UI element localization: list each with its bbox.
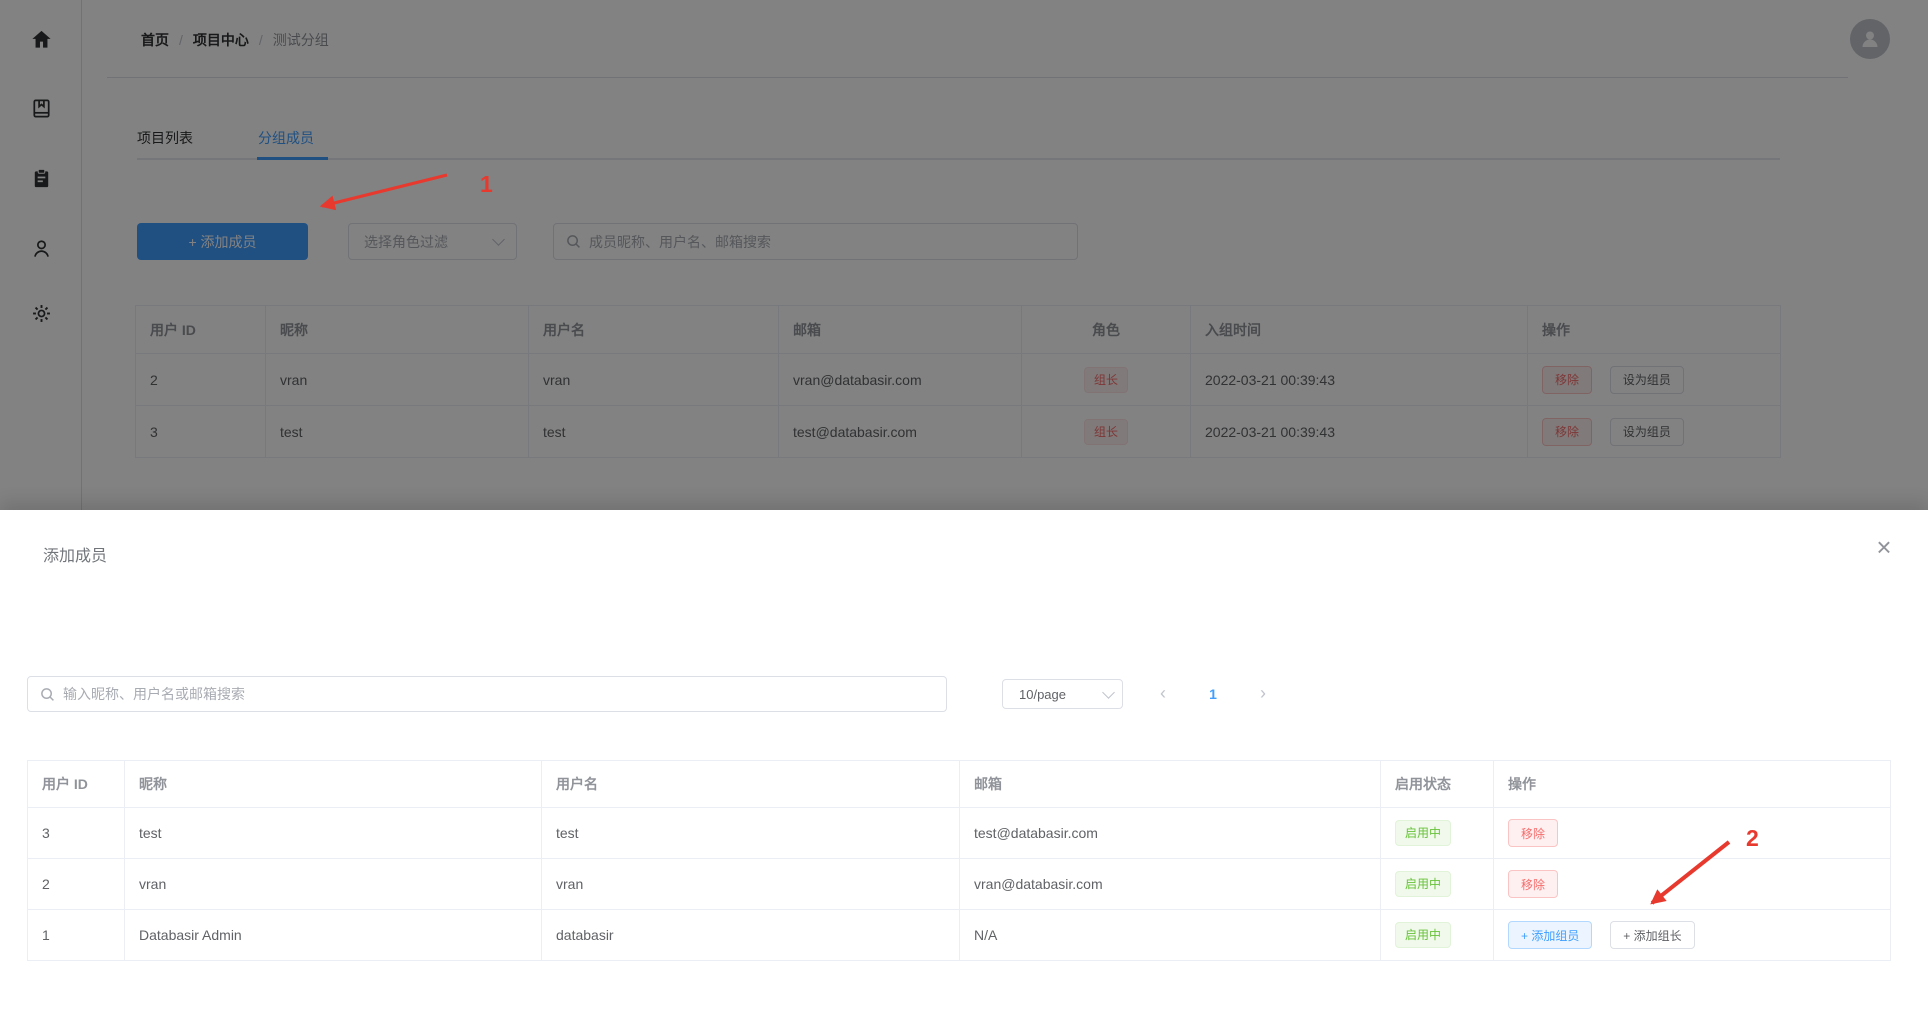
cell-nickname: vran (125, 859, 542, 910)
add-member-drawer: 添加成员 × 10/page ‹ 1 › 用户 ID 昵称 用户名 邮箱 (0, 510, 1928, 1009)
status-badge: 启用中 (1395, 871, 1451, 897)
col-nickname: 昵称 (125, 761, 542, 808)
table-row: 3 test test test@databasir.com 启用中 移除 (28, 808, 1891, 859)
cell-nickname: Databasir Admin (125, 910, 542, 961)
cell-email: N/A (960, 910, 1381, 961)
drawer-search-input[interactable] (63, 677, 934, 711)
add-as-leader-button[interactable]: + 添加组长 (1610, 921, 1694, 949)
cell-user-id: 2 (28, 859, 125, 910)
status-badge: 启用中 (1395, 922, 1451, 948)
cell-user-id: 1 (28, 910, 125, 961)
remove-member-button[interactable]: 移除 (1508, 870, 1558, 898)
col-actions: 操作 (1494, 761, 1891, 808)
cell-user-id: 3 (28, 808, 125, 859)
page-size-value: 10/page (1019, 687, 1066, 702)
remove-member-button[interactable]: 移除 (1508, 819, 1558, 847)
col-user-id: 用户 ID (28, 761, 125, 808)
app-root: 首页 / 项目中心 / 测试分组 项目列表 分组成员 + 添加成员 选择角色过滤… (0, 0, 1928, 1009)
cell-username: databasir (542, 910, 960, 961)
col-email: 邮箱 (960, 761, 1381, 808)
drawer-table-header-row: 用户 ID 昵称 用户名 邮箱 启用状态 操作 (28, 761, 1891, 808)
col-username: 用户名 (542, 761, 960, 808)
cell-nickname: test (125, 808, 542, 859)
col-status: 启用状态 (1381, 761, 1494, 808)
table-row: 2 vran vran vran@databasir.com 启用中 移除 (28, 859, 1891, 910)
cell-email: test@databasir.com (960, 808, 1381, 859)
drawer-search-box (27, 676, 947, 712)
cell-email: vran@databasir.com (960, 859, 1381, 910)
close-icon[interactable]: × (1868, 532, 1900, 564)
drawer-title: 添加成员 (43, 542, 107, 566)
cell-username: vran (542, 859, 960, 910)
table-row: 1 Databasir Admin databasir N/A 启用中 + 添加… (28, 910, 1891, 961)
drawer-users-table: 用户 ID 昵称 用户名 邮箱 启用状态 操作 3 test test test… (27, 760, 1891, 961)
search-icon (40, 687, 55, 702)
cell-username: test (542, 808, 960, 859)
status-badge: 启用中 (1395, 820, 1451, 846)
add-as-member-button[interactable]: + 添加组员 (1508, 921, 1592, 949)
prev-page-button[interactable]: ‹ (1148, 679, 1178, 709)
page-size-select[interactable]: 10/page (1002, 679, 1123, 709)
chevron-down-icon (1102, 686, 1115, 699)
next-page-button[interactable]: › (1248, 679, 1278, 709)
current-page-number[interactable]: 1 (1198, 679, 1228, 709)
